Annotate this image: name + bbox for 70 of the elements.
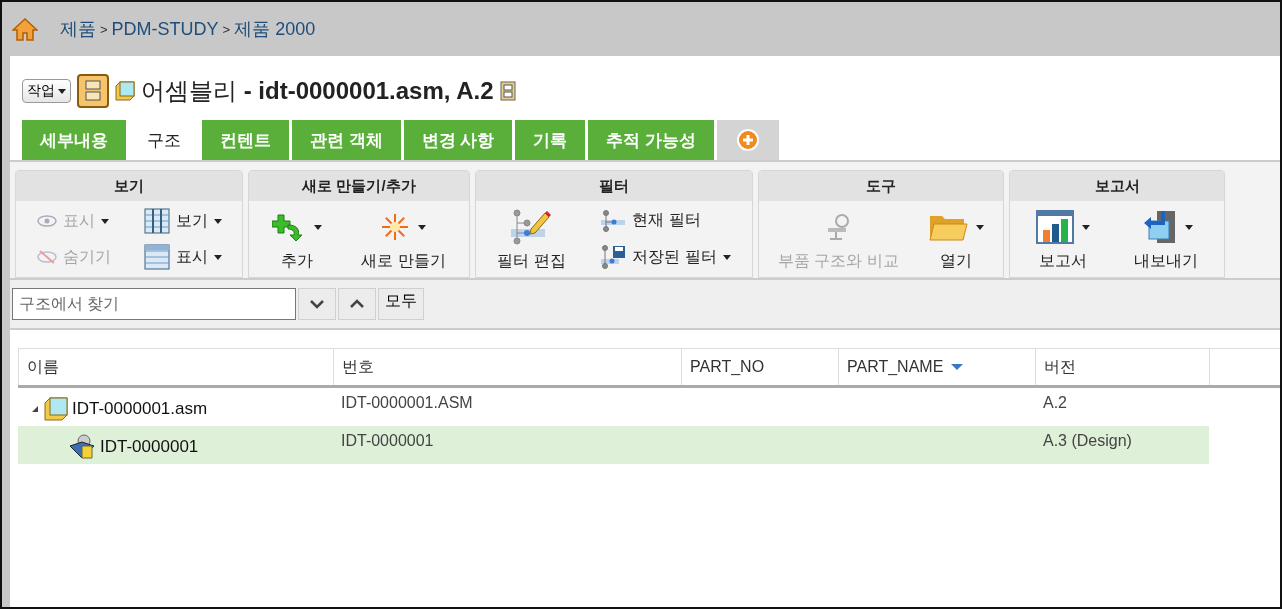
caret-icon [1082, 224, 1090, 230]
ribbon-group-title: 보고서 [1010, 171, 1224, 201]
ribbon-group-title: 보기 [16, 171, 242, 201]
column-header[interactable]: 번호 [333, 349, 681, 385]
name-cell: IDT-0000001.asm [72, 399, 208, 419]
ribbon-button[interactable]: 추가 [270, 203, 325, 276]
caret-icon [976, 224, 985, 230]
breadcrumb-link[interactable]: 제품 [60, 17, 96, 41]
ribbon-button[interactable]: 열기 [926, 203, 987, 276]
table-icon [143, 244, 170, 270]
tree-filter-icon [600, 209, 627, 232]
ribbon-group-title: 필터 [476, 171, 752, 201]
cube-icon [44, 397, 68, 421]
cube-icon [115, 81, 135, 101]
table-icon [143, 208, 170, 234]
plus-icon [737, 129, 760, 151]
home-icon[interactable] [12, 17, 38, 41]
table-row[interactable]: IDT-0000001.asm IDT-0000001.ASM A.2 [18, 388, 1209, 426]
page-title: 어셈블리 - idt-0000001.asm, A.2 [141, 76, 494, 106]
breadcrumb-link[interactable]: PDM-STUDY [111, 18, 219, 40]
breadcrumb-separator: > [100, 21, 108, 37]
search-field[interactable]: 구조에서 찾기 [12, 288, 296, 320]
chevron-down-icon [309, 299, 325, 309]
ribbon-button[interactable]: 새로 만들기 [359, 203, 448, 276]
sparkle-icon [380, 212, 411, 242]
table-row[interactable]: IDT-0000001 IDT-0000001 A.3 (Design) [18, 426, 1209, 464]
caret-icon [58, 88, 66, 94]
caret-icon [213, 218, 222, 224]
sort-descending-icon [951, 364, 964, 370]
cabinet-icon[interactable] [77, 74, 109, 108]
ribbon-button[interactable]: 표시 [141, 244, 224, 270]
caret-icon [314, 224, 323, 230]
saved-filter-icon [600, 245, 627, 270]
hidden-eye-icon [36, 249, 57, 265]
part-icon [68, 434, 96, 460]
ribbon-button[interactable]: 보고서 [1034, 203, 1092, 276]
bar-chart-icon [1036, 210, 1074, 244]
add-tab-button[interactable] [717, 120, 780, 160]
caret-icon [213, 254, 222, 260]
ribbon-button[interactable]: 현재 필터 [598, 209, 733, 232]
version-cell: A.2 [1043, 394, 1067, 411]
breadcrumb-separator: > [222, 21, 231, 37]
find-all-button[interactable]: 모두 [378, 288, 424, 320]
column-header[interactable]: 이름 [18, 349, 333, 385]
ribbon-button[interactable]: 보기 [141, 208, 224, 234]
number-cell: IDT-0000001 [341, 432, 434, 449]
next-button[interactable] [298, 288, 336, 320]
column-header[interactable]: PART_NO [681, 349, 838, 385]
ribbon-button[interactable]: 저장된 필터 [598, 245, 733, 270]
eye-icon [36, 215, 57, 227]
ribbon-group-title: 새로 만들기/추가 [249, 171, 469, 201]
column-header[interactable]: PART_NAME [838, 349, 1035, 385]
filter-edit-icon [509, 207, 554, 247]
caret-icon [100, 218, 109, 224]
caret-icon [722, 254, 731, 260]
caret-icon [1185, 224, 1193, 230]
ribbon-button[interactable]: 필터 편집 [495, 203, 568, 276]
chevron-up-icon [349, 299, 365, 309]
name-cell: IDT-0000001 [100, 437, 199, 457]
ribbon-group-title: 도구 [759, 171, 1003, 201]
ribbon-button[interactable]: 내보내기 [1132, 203, 1200, 276]
expand-triangle-icon[interactable] [30, 404, 40, 414]
breadcrumb-link[interactable]: 제품 2000 [234, 17, 316, 41]
caret-icon [418, 224, 427, 230]
action-menu-button[interactable]: 작업 [22, 79, 71, 103]
previous-button[interactable] [338, 288, 376, 320]
cabinet-icon[interactable] [499, 81, 516, 101]
number-cell: IDT-0000001.ASM [341, 394, 473, 411]
version-cell: A.3 (Design) [1043, 432, 1132, 449]
column-header[interactable]: 버전 [1035, 349, 1209, 385]
